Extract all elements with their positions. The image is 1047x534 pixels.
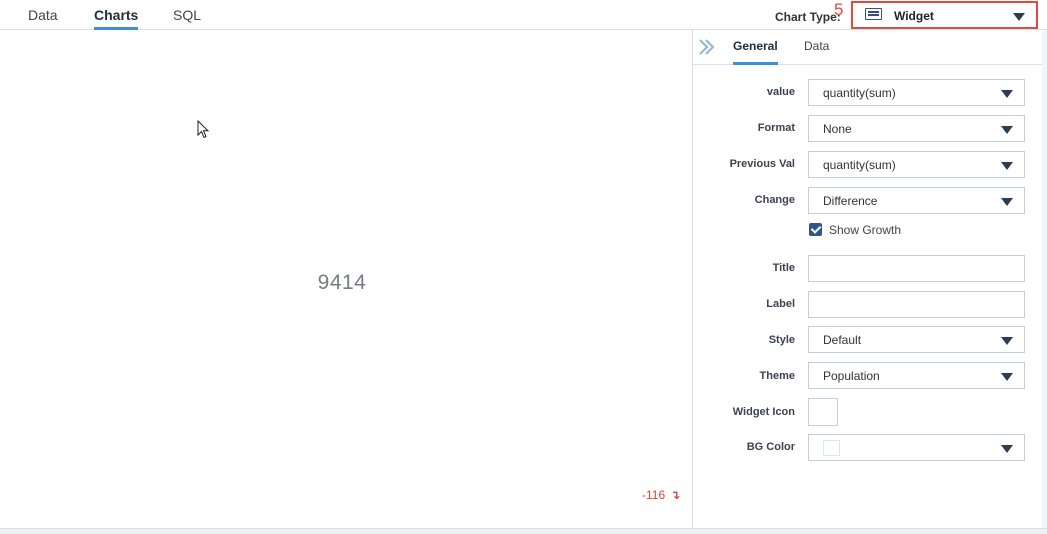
step-number-annotation: 5 [834,0,844,19]
chevron-down-icon [1001,445,1013,453]
widget-icon [865,8,882,20]
previous-val-select-value: quantity(sum) [823,158,896,172]
settings-panel: General Data value quantity(sum) Format … [692,30,1042,528]
chevron-down-icon [1001,337,1013,345]
style-select[interactable]: Default [808,326,1025,353]
panel-header: General Data [693,30,1042,65]
bottom-strip [0,528,1047,534]
bg-color-picker[interactable] [808,434,1025,461]
top-bar: Data Charts SQL Chart Type: 5 Widget [0,0,1047,30]
chevron-down-icon [1013,13,1025,21]
style-label: Style [768,334,795,346]
format-label: Format [757,122,795,134]
change-value: -116 [642,488,666,502]
theme-label: Theme [759,370,795,382]
widget-change: -116 ↴ [642,488,680,502]
widget-icon-picker[interactable] [808,398,838,426]
chevron-down-icon [1001,373,1013,381]
value-select[interactable]: quantity(sum) [808,79,1025,106]
bg-color-label: BG Color [746,441,795,453]
theme-select[interactable]: Population [808,362,1025,389]
collapse-panel-icon[interactable] [697,37,717,57]
value-select-value: quantity(sum) [823,86,896,100]
previous-val-select[interactable]: quantity(sum) [808,151,1025,178]
chart-type-dropdown[interactable]: Widget [851,1,1038,29]
change-select-value: Difference [823,194,878,208]
change-select[interactable]: Difference [808,187,1025,214]
widget-value: 9414 [317,271,367,294]
value-label: value [766,86,795,98]
tab-sql[interactable]: SQL [173,7,201,30]
label-label: Label [766,298,795,310]
chevron-down-icon [1001,126,1013,134]
widget-icon-label: Widget Icon [732,406,795,418]
show-growth-checkbox[interactable] [809,223,822,236]
chart-preview: 9414 -116 ↴ [0,31,692,528]
tab-general[interactable]: General [733,39,778,65]
down-arrow-icon: ↴ [670,488,681,502]
scrollbar-track[interactable] [1042,30,1047,528]
style-select-value: Default [823,333,862,347]
chart-type-value: Widget [894,9,934,23]
chevron-down-icon [1001,198,1013,206]
tab-data[interactable]: Data [28,7,58,30]
chart-type-label: Chart Type: [775,10,841,24]
tab-panel-data[interactable]: Data [804,39,829,65]
previous-val-label: Previous Val [729,158,795,170]
title-input[interactable] [808,255,1025,282]
title-label: Title [772,262,795,274]
color-swatch [823,440,840,456]
label-input[interactable] [808,291,1025,318]
chevron-down-icon [1001,162,1013,170]
chevron-down-icon [1001,90,1013,98]
tab-charts[interactable]: Charts [94,7,139,30]
mouse-cursor-icon [197,120,210,139]
change-label: Change [754,194,795,206]
theme-select-value: Population [823,369,880,383]
show-growth-label[interactable]: Show Growth [829,223,901,237]
format-select[interactable]: None [808,115,1025,142]
format-select-value: None [823,122,852,136]
